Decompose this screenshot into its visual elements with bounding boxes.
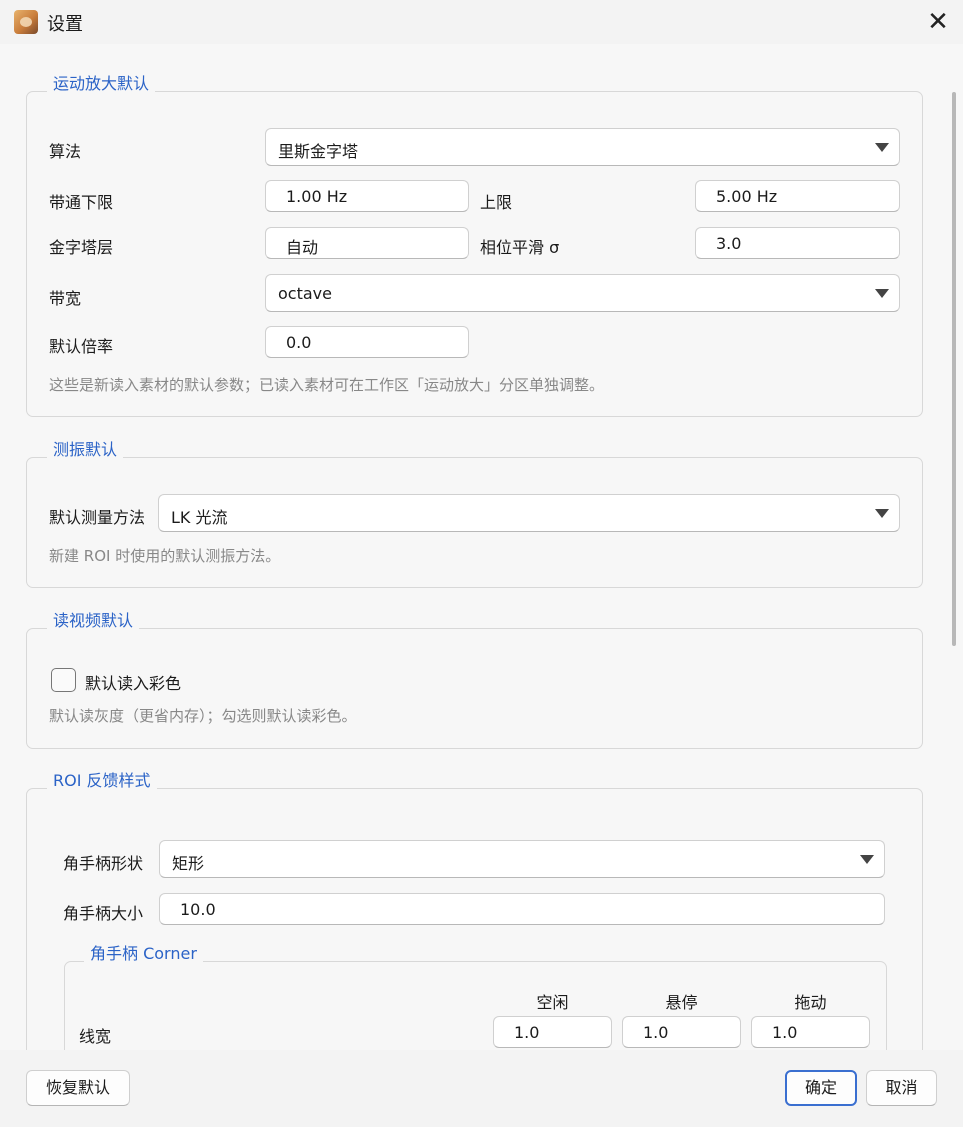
restore-defaults-button[interactable]: 恢复默认 (26, 1070, 130, 1106)
vibration-title: 测振默认 (47, 436, 124, 460)
bandpass-high-input[interactable]: 5.00 Hz (695, 180, 900, 212)
method-value: LK 光流 (171, 508, 228, 527)
bandwidth-value: octave (278, 284, 332, 303)
ok-button[interactable]: 确定 (785, 1070, 857, 1106)
line-width-idle-value: 1.0 (514, 1023, 540, 1042)
settings-content: 运动放大默认 算法 里斯金字塔 带通下限 1.00 Hz 上限 5.00 Hz … (0, 44, 963, 1050)
line-width-drag-value: 1.0 (772, 1023, 798, 1042)
algorithm-select[interactable]: 里斯金字塔 (265, 128, 900, 166)
corner-title: 角手柄 Corner (84, 940, 203, 964)
algorithm-value: 里斯金字塔 (278, 142, 359, 161)
phase-smoothing-label: 相位平滑 σ (480, 238, 560, 257)
close-icon[interactable]: ✕ (920, 4, 956, 40)
dialog-footer: 恢复默认 确定 取消 (0, 1050, 963, 1127)
handle-size-label: 角手柄大小 (63, 904, 144, 923)
method-select[interactable]: LK 光流 (158, 494, 900, 532)
handle-size-value: 10.0 (180, 900, 216, 919)
handle-shape-select[interactable]: 矩形 (159, 840, 885, 878)
column-idle: 空闲 (536, 993, 569, 1012)
column-hover: 悬停 (665, 993, 698, 1012)
algorithm-label: 算法 (49, 142, 82, 161)
bandpass-low-input[interactable]: 1.00 Hz (265, 180, 469, 212)
video-reading-hint: 默认读灰度（更省内存）；勾选则默认读彩色。 (49, 707, 357, 725)
chevron-down-icon (875, 143, 889, 152)
color-checkbox-label[interactable]: 默认读入彩色 (85, 670, 181, 694)
video-reading-title: 读视频默认 (47, 607, 140, 631)
bandwidth-select[interactable]: octave (265, 274, 900, 312)
line-width-hover-input[interactable]: 1.0 (622, 1016, 741, 1048)
cancel-button[interactable]: 取消 (866, 1070, 937, 1106)
vibration-hint: 新建 ROI 时使用的默认测振方法。 (49, 547, 281, 565)
default-factor-value: 0.0 (286, 333, 312, 352)
color-checkbox[interactable] (51, 668, 76, 692)
line-width-idle-input[interactable]: 1.0 (493, 1016, 612, 1048)
bandpass-high-label: 上限 (480, 193, 513, 212)
bandwidth-label: 带宽 (49, 289, 82, 308)
phase-smoothing-input[interactable]: 3.0 (695, 227, 900, 259)
default-factor-label: 默认倍率 (49, 337, 114, 356)
default-factor-input[interactable]: 0.0 (265, 326, 469, 358)
motion-magnification-hint: 这些是新读入素材的默认参数；已读入素材可在工作区「运动放大」分区单独调整。 (49, 376, 605, 394)
line-width-label: 线宽 (79, 1027, 112, 1046)
window-title: 设置 (47, 14, 83, 35)
scrollbar-thumb[interactable] (952, 92, 956, 646)
column-drag: 拖动 (794, 993, 827, 1012)
pyramid-levels-value: 自动 (286, 238, 319, 257)
handle-shape-label: 角手柄形状 (63, 854, 144, 873)
method-label: 默认测量方法 (49, 508, 146, 527)
line-width-drag-input[interactable]: 1.0 (751, 1016, 870, 1048)
chevron-down-icon (860, 855, 874, 864)
roi-style-title: ROI 反馈样式 (47, 767, 157, 791)
bandpass-high-value: 5.00 Hz (716, 187, 778, 206)
pyramid-levels-label: 金字塔层 (49, 238, 114, 257)
line-width-hover-value: 1.0 (643, 1023, 669, 1042)
app-cat-icon (14, 10, 38, 34)
chevron-down-icon (875, 509, 889, 518)
motion-magnification-title: 运动放大默认 (47, 70, 156, 94)
phase-smoothing-value: 3.0 (716, 234, 742, 253)
chevron-down-icon (875, 289, 889, 298)
handle-size-input[interactable]: 10.0 (159, 893, 885, 925)
bandpass-low-value: 1.00 Hz (286, 187, 348, 206)
title-bar: 设置 ✕ (0, 0, 963, 44)
pyramid-levels-input[interactable]: 自动 (265, 227, 469, 259)
handle-shape-value: 矩形 (172, 854, 205, 873)
bandpass-low-label: 带通下限 (49, 193, 114, 212)
